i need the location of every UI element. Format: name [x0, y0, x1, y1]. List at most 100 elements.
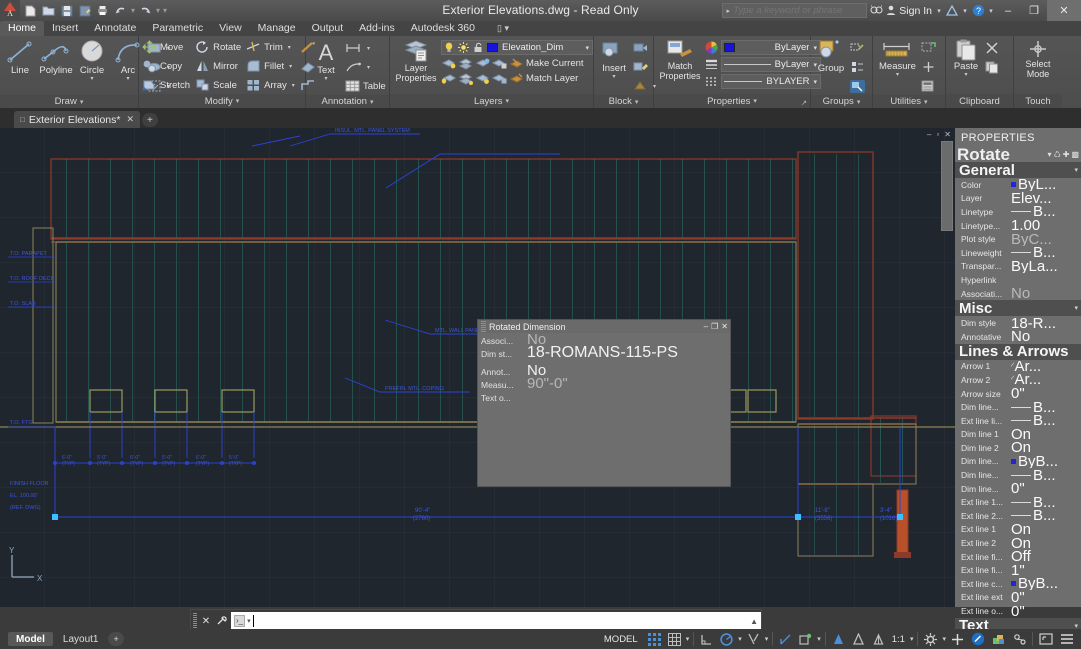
group-button[interactable]: Group: [814, 38, 848, 75]
prop-row-dim-line-2[interactable]: Dim line 2 On: [955, 441, 1081, 455]
prop-row-dim-style[interactable]: Dim style 18-R...: [955, 316, 1081, 330]
prop-value-dim-line-ext[interactable]: 0": [1011, 482, 1081, 495]
panel-groups-title[interactable]: Groups ▾: [811, 95, 872, 108]
prop-row-annotative[interactable]: Annotative No: [955, 330, 1081, 344]
calculator-button[interactable]: [921, 77, 936, 95]
paste-button[interactable]: Paste ▾: [949, 38, 983, 79]
osnap-dropdown-icon[interactable]: ▾: [764, 635, 770, 643]
annotation-visibility-toggle[interactable]: [829, 629, 848, 649]
search-expander-icon[interactable]: ▸: [723, 7, 733, 15]
rotated-dimension-palette[interactable]: Rotated Dimension – ❐ ✕ Associ... No Dim…: [478, 320, 730, 486]
redo-dropdown-icon[interactable]: ▾: [155, 2, 161, 19]
quick-select-button[interactable]: [921, 39, 936, 57]
sun-freeze-icon[interactable]: [458, 42, 469, 53]
prop-row-dim-line-lineweight[interactable]: Dim line... B...: [955, 468, 1081, 482]
application-menu-button[interactable]: A: [0, 0, 20, 21]
command-history-dropdown-icon[interactable]: ▾: [247, 617, 251, 625]
exchange-apps-icon[interactable]: [943, 2, 961, 20]
insert-button[interactable]: Insert ▾: [597, 38, 631, 81]
color-combo[interactable]: ByLayer ▾: [721, 40, 821, 55]
prop-row-ext-line-linetype[interactable]: Ext line li... B...: [955, 414, 1081, 428]
panel-annotation-expand-icon[interactable]: ▾: [370, 98, 374, 106]
space-toggle[interactable]: MODEL: [598, 634, 644, 645]
arc-dropdown-icon[interactable]: ▾: [126, 76, 129, 82]
panel-utilities-expand-icon[interactable]: ▾: [924, 98, 928, 106]
graphics-performance-icon[interactable]: [989, 629, 1009, 649]
tab-home[interactable]: Home: [0, 21, 45, 36]
selection-dropdown-icon[interactable]: ▾: [1048, 150, 1052, 159]
panel-groups-expand-icon[interactable]: ▾: [857, 98, 861, 106]
make-current-label[interactable]: Make Current: [526, 58, 584, 69]
prop-value-arrow-1[interactable]: ∕ Ar...: [1011, 360, 1081, 373]
prop-row-dim-line-color[interactable]: Dim line... ByB...: [955, 455, 1081, 469]
prop-value-ext-line-offset[interactable]: 0": [1011, 605, 1081, 618]
tab-annotate[interactable]: Annotate: [86, 21, 144, 36]
stretch-button[interactable]: Stretch: [142, 76, 190, 94]
search-icon[interactable]: [867, 2, 885, 20]
trim-dropdown-icon[interactable]: ▾: [286, 44, 293, 51]
panel-block-title[interactable]: Block ▾: [594, 95, 653, 108]
prop-value-dim-line-1[interactable]: On: [1011, 428, 1081, 441]
tab-autodesk-360[interactable]: Autodesk 360: [403, 21, 483, 36]
prop-row-lineweight[interactable]: Lineweight B...: [955, 246, 1081, 260]
rotdim-close-icon[interactable]: ✕: [721, 322, 728, 331]
tab-insert[interactable]: Insert: [44, 21, 86, 36]
save-as-icon[interactable]: [76, 2, 93, 19]
close-button[interactable]: ✕: [1047, 0, 1081, 21]
lineweight-combo[interactable]: ByLayer ▾: [721, 57, 821, 72]
new-icon[interactable]: [22, 2, 39, 19]
dimension-button[interactable]: ▾: [345, 39, 386, 57]
mirror-button[interactable]: Mirror: [195, 57, 241, 75]
paste-dropdown-icon[interactable]: ▾: [964, 72, 967, 78]
restore-button[interactable]: ❐: [1021, 0, 1047, 21]
prop-value-ext-line-2[interactable]: On: [1011, 537, 1081, 550]
prop-row-dim-line-ext[interactable]: Dim line... 0": [955, 482, 1081, 496]
new-layout-button[interactable]: +: [108, 632, 124, 646]
command-line-grip-icon[interactable]: [193, 613, 197, 629]
hardware-accel-plus-icon[interactable]: [948, 629, 967, 649]
panel-annotation-title[interactable]: Annotation ▾: [306, 95, 389, 108]
prop-row-linetype[interactable]: Linetype B...: [955, 205, 1081, 219]
prop-value-ext-line-1-linetype[interactable]: B...: [1011, 496, 1081, 509]
new-file-tab-button[interactable]: +: [142, 113, 158, 127]
fullscreen-icon[interactable]: [1036, 629, 1056, 649]
polar-tracking-toggle[interactable]: [717, 629, 736, 649]
match-layer-icon[interactable]: [509, 72, 524, 85]
prop-row-hyperlink[interactable]: Hyperlink: [955, 273, 1081, 287]
text-dropdown-icon[interactable]: ▾: [324, 76, 327, 82]
prop-value-lineweight[interactable]: B...: [1011, 246, 1081, 259]
palette-grip-icon[interactable]: [481, 321, 486, 332]
rotdim-row-text-override[interactable]: Text o...: [481, 390, 727, 403]
prop-value-annotative[interactable]: No: [1011, 330, 1081, 343]
layer-combo[interactable]: Elevation_Dim ▾: [441, 40, 593, 55]
layer-lock-icon[interactable]: [492, 57, 507, 70]
prop-row-linetype-scale[interactable]: Linetype... 1.00: [955, 219, 1081, 233]
trim-button[interactable]: Trim ▾: [246, 38, 297, 56]
prop-row-arrow-2[interactable]: Arrow 2 ∕ Ar...: [955, 373, 1081, 387]
array-dropdown-icon[interactable]: ▾: [290, 82, 297, 89]
viewport-minimize-icon[interactable]: –: [927, 130, 931, 139]
viewport-restore-icon[interactable]: ▫: [936, 130, 939, 139]
prop-value-linetype[interactable]: B...: [1011, 205, 1081, 218]
array-button[interactable]: Array ▾: [246, 76, 297, 94]
command-expand-icon[interactable]: ▲: [750, 617, 758, 626]
cut-button[interactable]: [985, 39, 1000, 57]
annotation-scale-value[interactable]: 1:1: [889, 629, 908, 649]
undo-dropdown-icon[interactable]: ▾: [130, 2, 136, 19]
workspace-switch-gear-icon[interactable]: [921, 629, 940, 649]
group-edit-button[interactable]: [850, 58, 865, 76]
lock-open-icon[interactable]: [473, 42, 483, 53]
panel-draw-title[interactable]: Draw ▾: [0, 95, 138, 108]
file-tab-exterior-elevations[interactable]: □ Exterior Elevations* ✕: [14, 111, 141, 128]
prop-row-ext-line-1-linetype[interactable]: Ext line 1... B...: [955, 495, 1081, 509]
tab-output[interactable]: Output: [304, 21, 352, 36]
scale-button[interactable]: Scale: [195, 76, 241, 94]
customization-menu-icon[interactable]: [1057, 629, 1077, 649]
color-wheel-icon[interactable]: [705, 41, 718, 54]
panel-modify-title[interactable]: Modify ▾: [139, 94, 305, 108]
prop-row-ext-line-1[interactable]: Ext line 1 On: [955, 523, 1081, 537]
group-selection-toggle[interactable]: [850, 77, 865, 95]
command-line-close-icon[interactable]: ✕: [199, 616, 213, 627]
section-misc-collapse-icon[interactable]: ▾: [1074, 304, 1078, 312]
minimize-button[interactable]: –: [995, 0, 1021, 21]
